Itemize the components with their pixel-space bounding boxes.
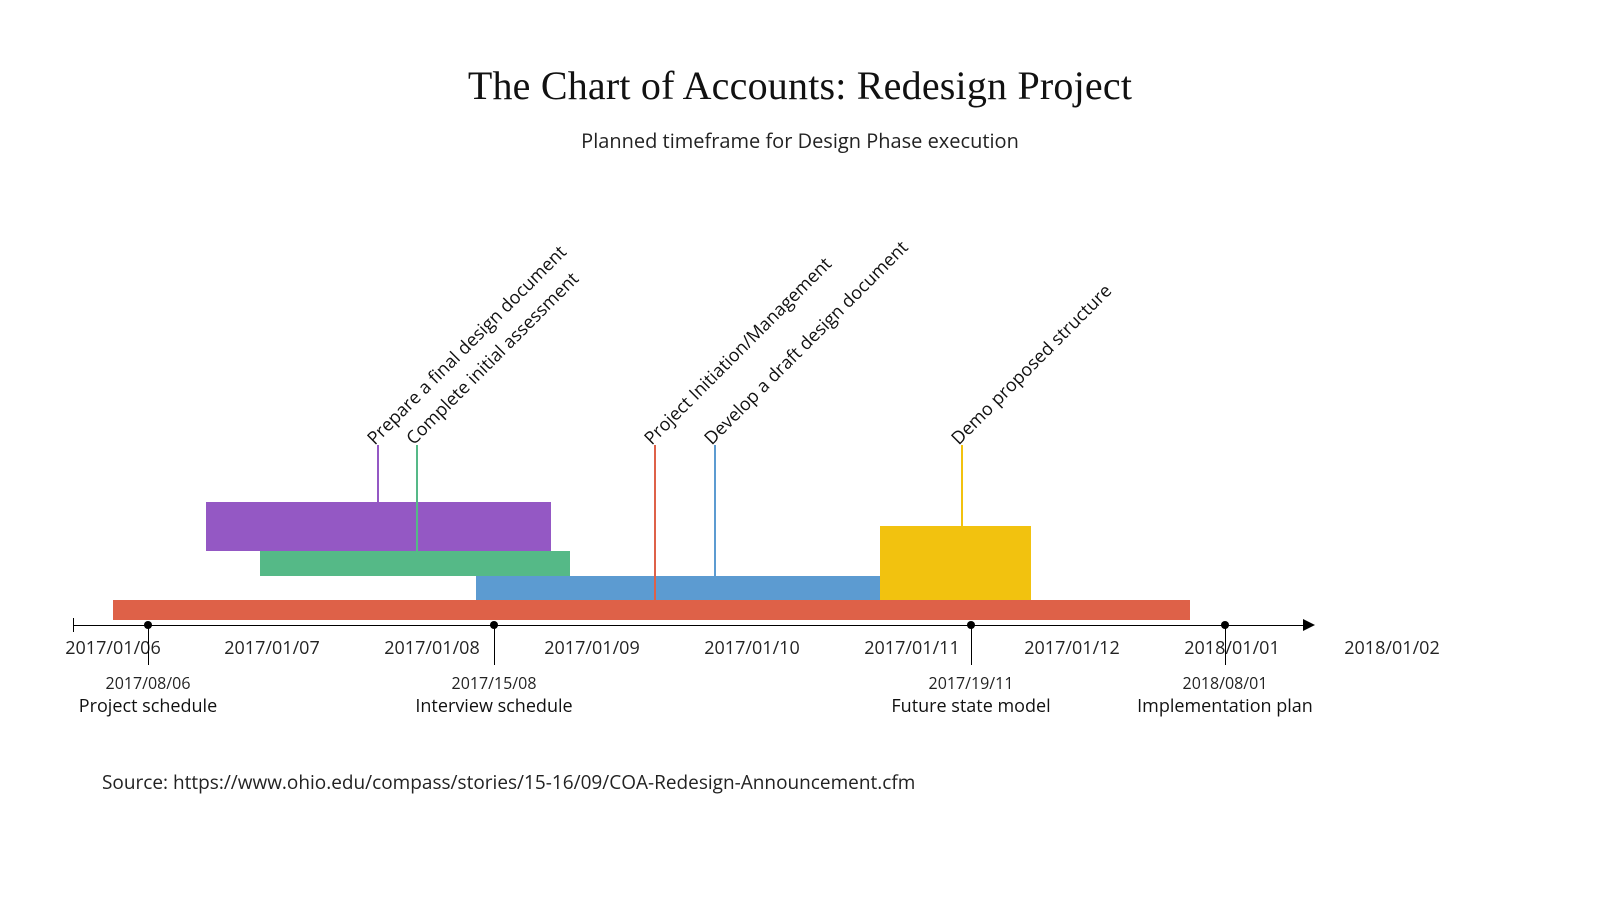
milestone-date-3: 2018/08/01 (1183, 672, 1268, 694)
leader-draft-design (714, 445, 716, 576)
bar-draft-design (476, 576, 936, 600)
tick-6: 2017/01/12 (1024, 636, 1120, 660)
milestone-label-3: Implementation plan (1137, 694, 1313, 718)
leader-demo-structure (961, 445, 963, 526)
label-final-design: Prepare a final design document (362, 240, 572, 450)
label-initial-assessment: Complete initial assessment (401, 267, 584, 450)
x-axis (73, 625, 1303, 626)
bar-project-initiation (113, 600, 1190, 620)
tick-1: 2017/01/07 (224, 636, 320, 660)
milestone-line-2 (971, 625, 972, 665)
tick-0: 2017/01/06 (65, 636, 161, 660)
bar-demo-structure (880, 526, 1031, 600)
milestone-date-0: 2017/08/06 (106, 672, 191, 694)
tick-7: 2018/01/01 (1184, 636, 1280, 660)
milestone-date-2: 2017/19/11 (929, 672, 1014, 694)
chart-title: The Chart of Accounts: Redesign Project (0, 62, 1600, 109)
x-axis-start-cap (73, 618, 74, 632)
bar-initial-assessment (260, 551, 570, 576)
leader-initial-assessment (416, 445, 418, 551)
chart-subtitle: Planned timeframe for Design Phase execu… (0, 127, 1600, 154)
tick-5: 2017/01/11 (864, 636, 960, 660)
label-demo-structure: Demo proposed structure (946, 279, 1117, 450)
tick-4: 2017/01/10 (704, 636, 800, 660)
milestone-label-2: Future state model (891, 694, 1050, 718)
tick-8: 2018/01/02 (1344, 636, 1440, 660)
x-axis-arrow-icon (1303, 619, 1315, 631)
bar-final-design (206, 502, 551, 551)
milestone-label-0: Project schedule (79, 694, 217, 718)
tick-2: 2017/01/08 (384, 636, 480, 660)
source-text: Source: https://www.ohio.edu/compass/sto… (102, 769, 915, 795)
milestone-date-1: 2017/15/08 (452, 672, 537, 694)
tick-3: 2017/01/09 (544, 636, 640, 660)
milestone-line-1 (494, 625, 495, 665)
milestone-label-1: Interview schedule (415, 694, 572, 718)
leader-project-initiation (654, 445, 656, 600)
leader-final-design (377, 445, 379, 502)
gantt-chart: The Chart of Accounts: Redesign Project … (0, 0, 1600, 900)
milestone-line-3 (1225, 625, 1226, 665)
milestone-line-0 (148, 625, 149, 665)
